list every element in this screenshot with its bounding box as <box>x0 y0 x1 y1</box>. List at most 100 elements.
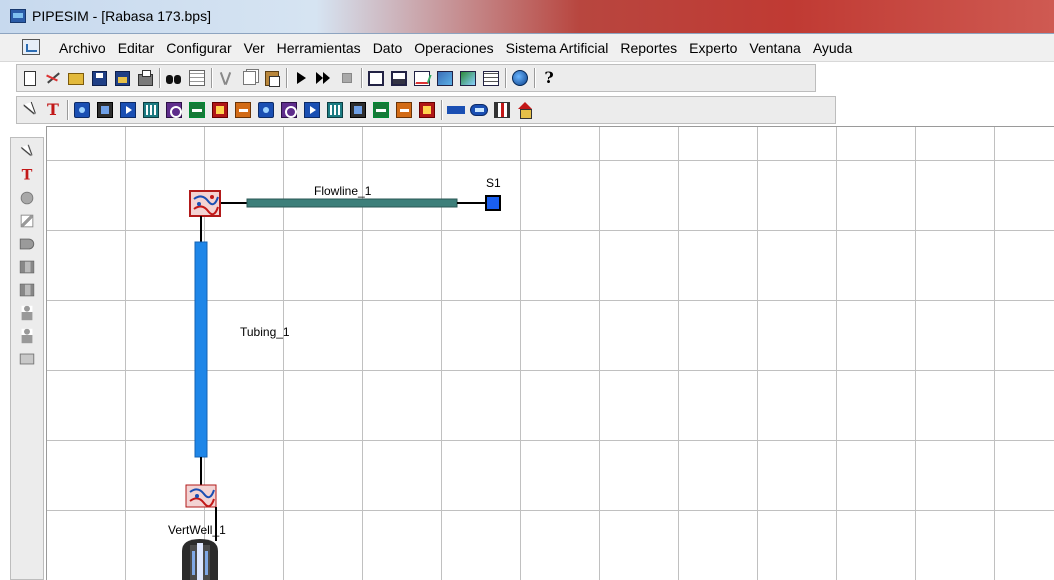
chart-icon <box>414 70 430 86</box>
source-button[interactable] <box>71 99 93 121</box>
well-button[interactable] <box>94 99 116 121</box>
report-button[interactable] <box>370 99 392 121</box>
flowline-pipe[interactable] <box>246 198 458 208</box>
choke-button[interactable] <box>255 99 277 121</box>
vertwell-node[interactable] <box>185 484 217 508</box>
bars-icon <box>494 102 510 118</box>
palette-source-button[interactable] <box>15 187 39 209</box>
heater-button[interactable] <box>209 99 231 121</box>
save-button[interactable] <box>88 67 110 89</box>
palette-flowline-button[interactable] <box>15 210 39 232</box>
valve-icon <box>235 102 251 118</box>
print-button[interactable] <box>134 67 156 89</box>
text-tool-button[interactable]: T <box>42 99 64 121</box>
window-button[interactable] <box>365 67 387 89</box>
palette-text-button[interactable]: T <box>15 164 39 186</box>
connector-icon <box>447 106 465 114</box>
junction-icon <box>396 102 412 118</box>
menu-experto[interactable]: Experto <box>683 40 743 56</box>
compressor-button[interactable] <box>163 99 185 121</box>
arrow-button[interactable] <box>117 99 139 121</box>
menu-ayuda[interactable]: Ayuda <box>807 40 858 56</box>
help-button[interactable]: ? <box>538 67 560 89</box>
well-injection-icon <box>19 283 35 297</box>
text-icon: T <box>47 100 59 119</box>
connector-button[interactable] <box>445 99 467 121</box>
run-all-button[interactable] <box>313 67 335 89</box>
menu-archivo[interactable]: Archivo <box>53 40 112 56</box>
cut-button[interactable] <box>215 67 237 89</box>
grid-button[interactable] <box>186 67 208 89</box>
save-as-icon <box>114 70 130 86</box>
multiplier-icon <box>281 102 297 118</box>
find-button[interactable] <box>163 67 185 89</box>
save-as-button[interactable] <box>111 67 133 89</box>
palette-person-button[interactable] <box>15 302 39 324</box>
pointer-tool-button[interactable] <box>19 99 41 121</box>
chart-profile-icon <box>460 70 476 86</box>
menu-items: Archivo Editar Configurar Ver Herramientas Da… <box>53 40 858 56</box>
new-icon <box>24 70 36 86</box>
menu-ventana[interactable]: Ventana <box>743 40 806 56</box>
menu-dato[interactable]: Dato <box>367 40 409 56</box>
palette-misc-button[interactable] <box>15 325 39 347</box>
print-icon <box>137 69 153 86</box>
line-tool-icon <box>45 70 61 86</box>
palette-production-well-button[interactable] <box>15 256 39 278</box>
stop-button[interactable] <box>336 67 358 89</box>
window-split-button[interactable] <box>388 67 410 89</box>
well-symbol-icon[interactable] <box>182 539 218 580</box>
house-button[interactable] <box>514 99 536 121</box>
pipe-icon <box>470 104 488 116</box>
run-button[interactable] <box>290 67 312 89</box>
help-icon: ? <box>544 68 554 87</box>
document-icon[interactable] <box>22 39 40 55</box>
menu-reportes[interactable]: Reportes <box>614 40 683 56</box>
chart-surface-button[interactable] <box>434 67 456 89</box>
nodal-button[interactable] <box>324 99 346 121</box>
copy-button[interactable] <box>238 67 260 89</box>
paste-button[interactable] <box>261 67 283 89</box>
window-title: PIPESIM - [Rabasa 173.bps] <box>32 8 211 24</box>
menu-sistema-artificial[interactable]: Sistema Artificial <box>500 40 615 56</box>
valve-button[interactable] <box>232 99 254 121</box>
expander-button[interactable] <box>347 99 369 121</box>
line-tool-button[interactable] <box>42 67 64 89</box>
chart-profile-button[interactable] <box>457 67 479 89</box>
wellhead-node[interactable] <box>189 190 221 217</box>
new-button[interactable] <box>19 67 41 89</box>
pipe-button[interactable] <box>468 99 490 121</box>
sink-button[interactable] <box>416 99 438 121</box>
menu-herramientas[interactable]: Herramientas <box>271 40 367 56</box>
palette-injection-well-button[interactable] <box>15 279 39 301</box>
flowline-tool-icon <box>20 214 34 228</box>
menu-ver[interactable]: Ver <box>238 40 271 56</box>
network-canvas[interactable]: Flowline_1 S1 Tubing_1 VertWell_1 <box>46 126 1054 580</box>
injection-button[interactable] <box>301 99 323 121</box>
pointer-icon <box>22 102 38 118</box>
menu-configurar[interactable]: Configurar <box>160 40 237 56</box>
junction-button[interactable] <box>393 99 415 121</box>
palette-box-button[interactable] <box>15 348 39 370</box>
palette-pointer-button[interactable] <box>15 141 39 163</box>
sink-node[interactable] <box>485 195 501 211</box>
source-node-icon <box>20 191 34 205</box>
copy-icon <box>242 71 256 85</box>
menu-operaciones[interactable]: Operaciones <box>408 40 499 56</box>
table-button[interactable] <box>480 67 502 89</box>
pipesim-app-icon[interactable] <box>10 9 26 23</box>
open-button[interactable] <box>65 67 87 89</box>
multiplier-button[interactable] <box>278 99 300 121</box>
chart-button[interactable] <box>411 67 433 89</box>
menu-editar[interactable]: Editar <box>112 40 161 56</box>
separator-button[interactable] <box>140 99 162 121</box>
bars-button[interactable] <box>491 99 513 121</box>
tubing-pipe[interactable] <box>194 241 208 458</box>
flowline-label: Flowline_1 <box>314 184 372 198</box>
palette-tubing-button[interactable] <box>15 233 39 255</box>
globe-button[interactable] <box>509 67 531 89</box>
nodal-icon <box>327 102 343 118</box>
find-icon <box>166 70 182 86</box>
run-icon <box>296 72 306 84</box>
pump-button[interactable] <box>186 99 208 121</box>
